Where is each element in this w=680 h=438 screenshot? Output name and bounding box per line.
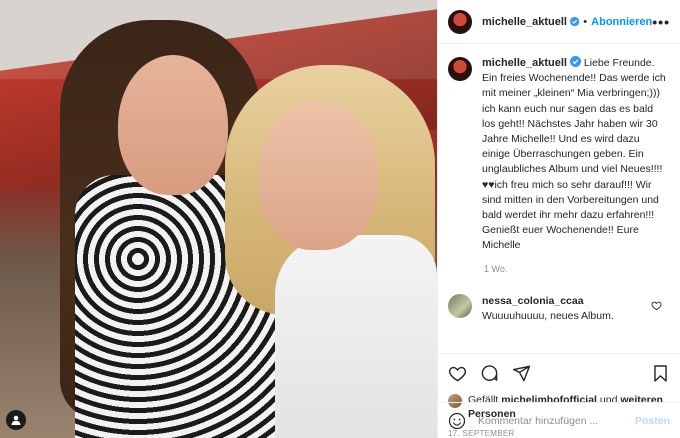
header-dot-separator: • <box>583 15 588 28</box>
comment-item: nessa_colonia_ccaa Wuuuuhuuuu, neues Alb… <box>448 293 670 324</box>
photo-woman-dress <box>275 235 437 438</box>
caption-text: Liebe Freunde. Ein freies Wochenende!! D… <box>482 57 666 252</box>
post-comment-button[interactable]: Posten <box>635 415 670 427</box>
photo-girl-face <box>118 55 228 195</box>
save-icon[interactable] <box>651 364 670 383</box>
caption-row: michelle_aktuell Liebe Freunde. Ein frei… <box>448 56 670 254</box>
follow-button[interactable]: Abonnieren <box>591 16 652 28</box>
comment-text: Wuuuuhuuuu, neues Album. <box>482 309 614 322</box>
verified-icon <box>570 16 580 27</box>
add-comment-bar: Posten <box>438 402 680 438</box>
post-photo[interactable] <box>0 0 437 438</box>
caption-timestamp[interactable]: 1 Wo. <box>484 264 670 274</box>
more-options-button[interactable]: ••• <box>652 14 670 30</box>
heart-icon[interactable] <box>448 364 467 383</box>
comment-body: nessa_colonia_ccaa Wuuuuhuuuu, neues Alb… <box>482 294 651 324</box>
caption-username[interactable]: michelle_aktuell <box>482 57 567 69</box>
share-icon[interactable] <box>512 364 531 383</box>
commenter-username[interactable]: nessa_colonia_ccaa <box>482 295 584 307</box>
photo-woman-face <box>258 100 378 250</box>
action-bar <box>438 353 680 393</box>
instagram-post: michelle_aktuell • Abonnieren ••• michel… <box>0 0 680 438</box>
user-tag-icon[interactable] <box>6 410 26 430</box>
emoji-icon[interactable] <box>448 412 466 430</box>
author-avatar[interactable] <box>448 9 472 34</box>
caption-verified-icon <box>570 56 581 67</box>
post-sidebar: michelle_aktuell • Abonnieren ••• michel… <box>437 0 680 438</box>
author-username[interactable]: michelle_aktuell <box>482 16 567 28</box>
comment-icon[interactable] <box>480 364 499 383</box>
post-header: michelle_aktuell • Abonnieren ••• <box>438 0 680 44</box>
comment-input[interactable] <box>478 414 635 427</box>
comments-section: michelle_aktuell Liebe Freunde. Ein frei… <box>438 44 680 353</box>
caption: michelle_aktuell Liebe Freunde. Ein frei… <box>482 56 667 254</box>
caption-avatar[interactable] <box>448 57 472 81</box>
commenter-avatar[interactable] <box>448 293 472 318</box>
heart-small-icon[interactable] <box>651 300 662 311</box>
